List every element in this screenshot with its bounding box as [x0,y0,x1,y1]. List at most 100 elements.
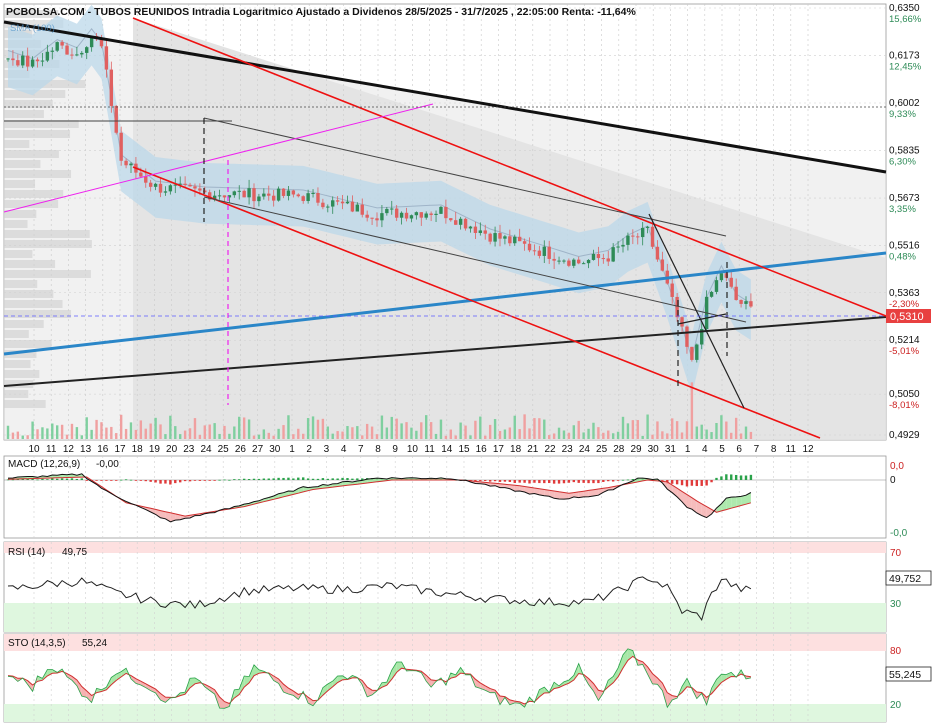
volume-bar [80,435,83,439]
candle-body [144,176,148,183]
macd-histogram-bar [567,480,571,483]
volume-bar [567,432,571,439]
volume-bar [183,430,187,439]
macd-histogram-bar [70,478,74,480]
candle-body [267,193,271,196]
x-tick-label: 10 [28,444,40,455]
volume-bar [277,428,280,439]
volume-bar [695,426,698,439]
macd-histogram-bar [484,480,487,481]
candle-body [286,190,291,196]
price-panel: 0,635015,66% 0,617312,45% 0,60029,33% 0,583… [3,3,931,455]
volume-bar [597,427,600,439]
x-tick-label: 31 [665,444,677,455]
candle-body [695,344,699,360]
volume-bar [636,420,639,439]
macd-histogram-bar [572,480,575,483]
macd-histogram-bar [292,478,295,480]
candle-body [562,260,566,262]
candle-body [626,235,630,245]
x-tick-label: 4 [341,444,347,455]
macd-histogram-bar [46,479,49,480]
x-tick-label: 3 [324,444,330,455]
candle-body [454,220,458,225]
macd-histogram-bar [518,480,521,483]
macd-histogram-bar [577,480,580,483]
macd-histogram-bar [179,480,182,483]
candle-body [616,246,620,248]
candle-body [532,250,537,252]
x-tick-label: 17 [493,444,505,455]
volume-bar [21,435,24,439]
candle-body [360,204,364,215]
volume-bar [110,426,113,439]
macd-histogram-bar [65,478,69,480]
volume-profile-bar [4,250,33,258]
x-tick-label: 25 [596,444,608,455]
candle-body [11,58,15,61]
macd-fill-segment [726,497,732,510]
macd-histogram-bar [105,480,108,481]
volume-bar [685,421,689,439]
macd-histogram-bar [479,480,482,481]
volume-bar [434,433,438,439]
candle-body [129,163,133,166]
macd-histogram-bar [272,478,275,480]
macd-histogram-bar [602,480,605,482]
macd-histogram-bar [233,479,236,480]
candle-body [271,195,276,201]
x-tick-label: 13 [80,444,92,455]
volume-bar [705,429,708,439]
volume-bar [267,432,270,439]
x-tick-label: 12 [63,444,75,455]
volume-bar [420,422,423,439]
macd-histogram-bar [700,480,703,486]
volume-bar [730,432,733,439]
candle-body [370,217,374,219]
candle-body [463,218,468,229]
volume-profile-bar [4,330,29,338]
macd-histogram-bar [671,480,674,484]
candle-body [25,55,30,67]
x-tick-label: 10 [407,444,419,455]
volume-bar [552,433,556,439]
macd-histogram-bar [110,480,113,481]
candle-body [301,196,305,202]
y-tick-price: 0,6173 [889,51,920,62]
volume-bar [715,422,718,439]
macd-histogram-bar [508,480,512,482]
macd-histogram-bar [626,479,630,481]
volume-bar [680,432,684,439]
volume-bar [174,426,177,439]
macd-histogram-bar [302,477,305,480]
volume-bar [587,428,590,439]
volume-bar [85,417,88,439]
candle-body [188,184,192,187]
macd-tick-zero: 0 [890,475,896,486]
volume-profile-bar [4,390,29,398]
candle-body [527,243,532,251]
volume-bar [242,417,246,439]
macd-panel: MACD (12,26,9) -0,00 0,0 0 -0,0 [3,455,908,539]
volume-bar [543,419,546,439]
macd-histogram-bar [41,478,44,480]
macd-histogram-bar [356,478,359,480]
volume-bar [621,416,625,439]
volume-bar [474,420,477,439]
volume-profile-bar [4,280,38,288]
rsi-value: 49,75 [62,547,87,558]
macd-histogram-bar [203,480,206,481]
candle-body [557,260,561,262]
volume-bar [302,433,305,439]
macd-histogram-bar [493,480,497,482]
candle-body [690,346,694,360]
x-tick-label: 1 [289,444,295,455]
volume-bar [661,431,664,439]
macd-histogram-bar [621,479,625,481]
candle-body [508,236,512,244]
volume-bar [60,424,64,439]
candle-body [217,195,222,197]
x-tick-label: 20 [166,444,178,455]
volume-bar [592,422,595,439]
volume-profile-bar [4,200,59,208]
